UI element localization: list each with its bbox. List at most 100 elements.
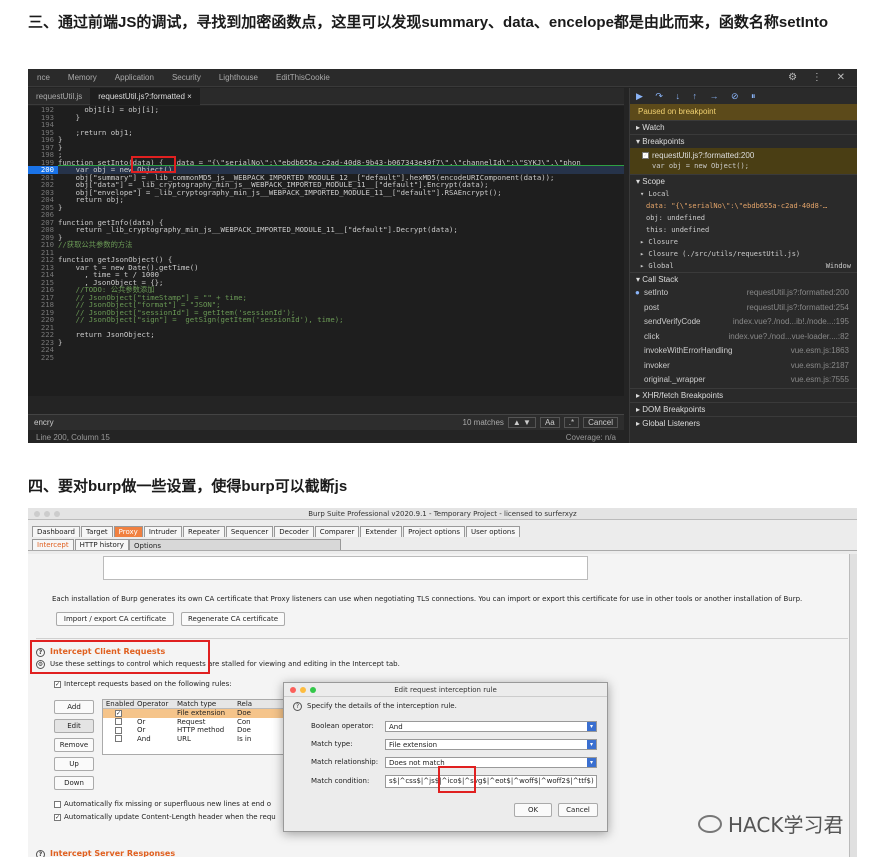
burp-tab-project-options[interactable]: Project options xyxy=(403,526,466,537)
help-icon[interactable]: ? xyxy=(36,850,45,857)
tab-network[interactable]: nce xyxy=(28,73,59,82)
code-line[interactable]: 196} xyxy=(28,136,624,144)
match-relationship-select[interactable]: Does not match ▾ xyxy=(385,757,597,768)
tab-application[interactable]: Application xyxy=(106,73,163,82)
watch-section[interactable]: ▸ Watch xyxy=(630,120,857,134)
auto-update-checkbox[interactable]: ✓ xyxy=(54,813,61,821)
listener-table[interactable] xyxy=(103,556,588,580)
regenerate-ca-button[interactable]: Regenerate CA certificate xyxy=(181,612,285,626)
proxy-subtab-intercept[interactable]: Intercept xyxy=(32,539,74,550)
scope-section[interactable]: ▾ Scope xyxy=(630,174,857,188)
line-number[interactable]: 225 xyxy=(28,353,58,362)
xhr-breakpoints-section[interactable]: ▸ XHR/fetch Breakpoints xyxy=(630,387,857,402)
rule-row[interactable]: Or Request Con xyxy=(103,718,291,727)
code-line[interactable]: 225 xyxy=(28,353,624,362)
burp-tab-repeater[interactable]: Repeater xyxy=(183,526,225,537)
global-listeners-section[interactable]: ▸ Global Listeners xyxy=(630,415,857,430)
edit-rule-button[interactable]: Edit xyxy=(54,719,94,733)
rule-enabled-checkbox[interactable] xyxy=(115,735,122,742)
import-export-ca-button[interactable]: Import / export CA certificate xyxy=(56,612,174,626)
tab-lighthouse[interactable]: Lighthouse xyxy=(210,73,267,82)
burp-tab-target[interactable]: Target xyxy=(80,526,113,537)
code-line[interactable]: 205} xyxy=(28,203,624,212)
burp-tab-sequencer[interactable]: Sequencer xyxy=(225,526,274,537)
proxy-subtab-options[interactable]: Options xyxy=(129,539,341,550)
call-frame[interactable]: ● setInto requestUtil.js?:formatted:200 xyxy=(630,286,857,301)
intercept-rules-checkbox[interactable]: ✓ xyxy=(54,680,61,688)
dom-breakpoints-section[interactable]: ▸ DOM Breakpoints xyxy=(630,401,857,416)
auto-update-row[interactable]: ✓ Automatically update Content-Length hea… xyxy=(54,813,276,821)
code-line[interactable]: 195 ;return obj1; xyxy=(28,128,624,137)
call-frame[interactable]: invokeWithErrorHandling vue.esm.js:1863 xyxy=(630,344,857,359)
vertical-scrollbar[interactable] xyxy=(849,554,857,857)
help-icon[interactable]: ? xyxy=(293,702,302,711)
match-type-select[interactable]: File extension ▾ xyxy=(385,739,597,750)
burp-tab-decoder[interactable]: Decoder xyxy=(274,526,314,537)
breakpoints-section[interactable]: ▾ Breakpoints xyxy=(630,134,857,148)
rule-enabled-checkbox[interactable] xyxy=(115,726,122,734)
rule-enabled-checkbox[interactable] xyxy=(115,718,122,725)
file-tab-requestutil[interactable]: requestUtil.js xyxy=(28,88,90,105)
intercept-rules-row[interactable]: ✓ Intercept requests based on the followi… xyxy=(54,680,232,688)
call-frame[interactable]: original._wrapper vue.esm.js:7555 xyxy=(630,373,857,388)
add-rule-button[interactable]: Add xyxy=(54,700,94,714)
auto-fix-checkbox[interactable] xyxy=(54,800,61,808)
find-cancel-button[interactable]: Cancel xyxy=(583,417,618,428)
scope-var-obj[interactable]: obj: undefined xyxy=(630,212,857,224)
code-line[interactable]: 223} xyxy=(28,338,624,347)
breakpoint-item[interactable]: ✓ requestUtil.js?:formatted:200 var obj =… xyxy=(630,148,857,174)
scope-closure[interactable]: ▸ Closure xyxy=(630,236,857,248)
tab-editthiscookie[interactable]: EditThisCookie xyxy=(267,73,339,82)
code-line[interactable]: 208 return _lib_cryptography_min_js__WEB… xyxy=(28,226,624,234)
up-rule-button[interactable]: Up xyxy=(54,757,94,771)
code-line[interactable]: 192 obj1[i] = obj[i]; xyxy=(28,106,624,114)
down-rule-button[interactable]: Down xyxy=(54,776,94,790)
call-frame[interactable]: post requestUtil.js?:formatted:254 xyxy=(630,301,857,316)
scope-global[interactable]: ▸ Global Window xyxy=(630,260,857,272)
scope-closure-requestutil[interactable]: ▸ Closure (./src/utils/requestUtil.js) xyxy=(630,248,857,260)
match-condition-input[interactable]: s$|^css$|^js$|^ico$|^svg$|^eot$|^woff$|^… xyxy=(385,775,597,788)
match-case-button[interactable]: Aa xyxy=(539,417,560,428)
auto-fix-row[interactable]: Automatically fix missing or superfluous… xyxy=(54,800,271,808)
remove-rule-button[interactable]: Remove xyxy=(54,738,94,752)
regex-button[interactable]: .* xyxy=(563,417,580,428)
cancel-button[interactable]: Cancel xyxy=(558,803,598,817)
burp-tab-comparer[interactable]: Comparer xyxy=(314,526,360,537)
file-tab-requestutil-formatted[interactable]: requestUtil.js?:formatted × xyxy=(90,87,200,105)
burp-tab-dashboard[interactable]: Dashboard xyxy=(32,526,80,537)
code-line[interactable]: 222 return JsonObject; xyxy=(28,331,624,339)
burp-tab-intruder[interactable]: Intruder xyxy=(143,526,183,537)
burp-tab-extender[interactable]: Extender xyxy=(360,526,403,537)
burp-tab-user-options[interactable]: User options xyxy=(466,526,520,537)
code-line[interactable]: 224 xyxy=(28,346,624,354)
rule-enabled-checkbox[interactable]: ✓ xyxy=(115,709,122,717)
scope-local[interactable]: ▾ Local xyxy=(630,188,857,200)
scope-var-this[interactable]: this: undefined xyxy=(630,224,857,236)
code-line[interactable]: 193 } xyxy=(28,113,624,122)
tab-security[interactable]: Security xyxy=(163,73,210,82)
call-frame[interactable]: sendVerifyCode index.vue?./nod...ib!./nod… xyxy=(630,315,857,330)
window-controls[interactable] xyxy=(34,511,60,517)
burp-tab-proxy[interactable]: Proxy xyxy=(113,526,143,537)
rule-row[interactable]: And URL Is in xyxy=(103,735,291,744)
rule-row[interactable]: Or HTTP method Doe xyxy=(103,726,291,735)
dialog-window-controls[interactable] xyxy=(290,687,316,693)
rule-row[interactable]: ✓ File extension Doe xyxy=(103,709,291,718)
code-line[interactable]: 220 // JsonObject["sign"] = getSign(getI… xyxy=(28,316,624,324)
tab-memory[interactable]: Memory xyxy=(59,73,106,82)
call-frame[interactable]: click index.vue?./nod...vue-loader....:82 xyxy=(630,330,857,345)
code-line[interactable]: 197} xyxy=(28,143,624,152)
boolean-operator-select[interactable]: And ▾ xyxy=(385,721,597,732)
proxy-subtab-http-history[interactable]: HTTP history xyxy=(74,539,129,550)
ok-button[interactable]: OK xyxy=(514,803,552,817)
rules-table[interactable]: Enabled Operator Match type Rela ✓ File e… xyxy=(102,699,292,755)
find-prev-next-button[interactable]: ▲ ▼ xyxy=(507,417,536,428)
code-view[interactable]: 192 obj1[i] = obj[i]; 193 } 194 195 ;return… xyxy=(28,106,624,396)
breakpoint-checkbox[interactable]: ✓ xyxy=(642,152,649,160)
callstack-section[interactable]: ▾ Call Stack xyxy=(630,272,857,286)
find-input[interactable]: encry xyxy=(34,418,54,427)
call-frame[interactable]: invoker vue.esm.js:2187 xyxy=(630,359,857,374)
code-line[interactable]: 210//获取公共参数的方法 xyxy=(28,241,624,249)
settings-icon[interactable]: ⚙ ⋮ ✕ xyxy=(788,72,851,83)
code-line[interactable]: 204 return obj; xyxy=(28,196,624,204)
